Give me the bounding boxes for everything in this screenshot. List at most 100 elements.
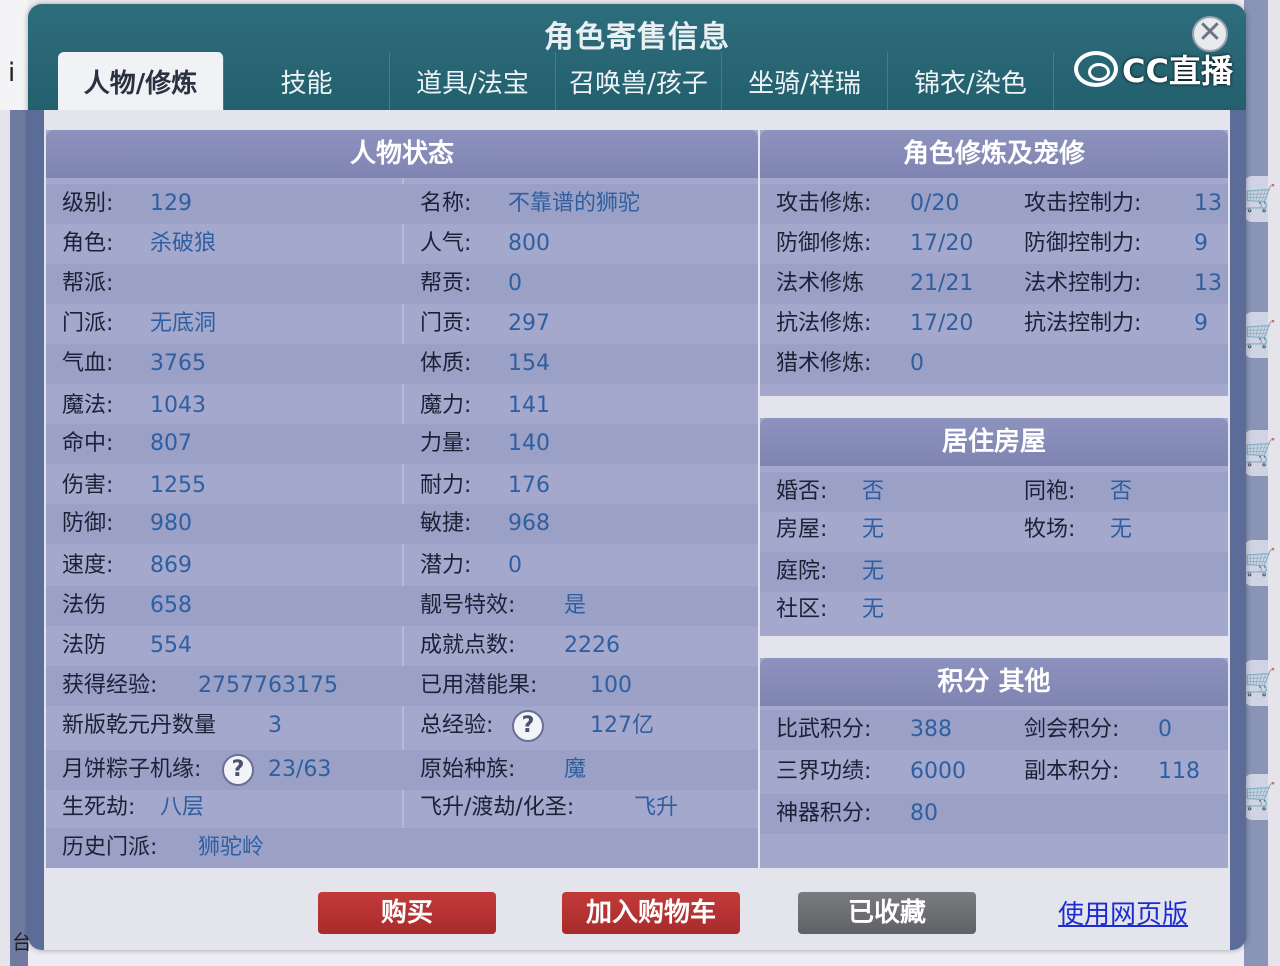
background-window-right: 🛒 🛒 🛒 🛒 🛒 🛒 [1244, 0, 1280, 966]
status-value: 八层 [160, 795, 205, 820]
help-icon[interactable]: ? [512, 710, 544, 742]
status-label: 新版乾元丹数量 [62, 713, 217, 738]
status-label: 人气: [420, 231, 472, 256]
housing-row: 社区: 无 [760, 590, 1228, 630]
cultivation-row: 防御修炼: 17/20 防御控制力: 9 [760, 224, 1228, 264]
status-label: 月饼粽子机缘: [62, 757, 202, 782]
right-column: 角色修炼及宠修 攻击修炼: 0/20 攻击控制力: 13 防御修炼: 17/20… [760, 130, 1228, 868]
points-header: 积分 其他 [760, 658, 1228, 706]
cultivation-value: 17/20 [910, 231, 974, 256]
housing-panel: 居住房屋 婚否: 否 同袍: 否 房屋: 无 牧场: 无 庭院: 无 社区: 无 [760, 418, 1228, 636]
status-row: 法伤 658 靓号特效: 是 [46, 586, 758, 626]
status-label: 门贡: [420, 311, 472, 336]
character-status-panel: 人物状态 级别: 129 名称: 不靠谱的狮驼 角色: 杀破狼 人气: 800 … [46, 130, 758, 868]
character-status-header: 人物状态 [46, 130, 758, 178]
watermark-text: CC直播 [1122, 52, 1233, 90]
status-label: 已用潜能果: [420, 673, 538, 698]
help-icon[interactable]: ? [222, 754, 254, 786]
status-value: 无底洞 [150, 311, 217, 336]
status-value: 658 [150, 593, 192, 618]
status-value: 807 [150, 431, 192, 456]
status-value: 不靠谱的狮驼 [508, 191, 641, 216]
cultivation-value: 13 [1194, 191, 1222, 216]
housing-row: 婚否: 否 同袍: 否 [760, 472, 1228, 512]
background-window-left-top: i [0, 0, 28, 110]
housing-value: 无 [862, 517, 885, 542]
status-row: 防御: 980 敏捷: 968 [46, 504, 758, 544]
status-value: 0 [508, 553, 522, 578]
web-version-link[interactable]: 使用网页版 [1058, 894, 1188, 931]
tab-mounts[interactable]: 坐骑/祥瑞 [722, 52, 888, 110]
cultivation-value: 21/21 [910, 271, 974, 296]
housing-header: 居住房屋 [760, 418, 1228, 466]
status-value: 狮驼岭 [198, 835, 265, 860]
mooncake-help-wrap: ? [222, 750, 254, 790]
status-label: 防御: [62, 511, 114, 536]
status-value: 176 [508, 473, 550, 498]
status-label: 生死劫: [62, 795, 136, 820]
status-label: 速度: [62, 553, 114, 578]
status-label: 角色: [62, 231, 114, 256]
cart-icon: 🛒 [1244, 430, 1276, 476]
favorited-button[interactable]: 已收藏 [798, 892, 976, 934]
buy-button[interactable]: 购买 [318, 892, 496, 934]
points-label: 剑会积分: [1024, 717, 1120, 742]
status-row: 法防 554 成就点数: 2226 [46, 626, 758, 666]
points-row: 神器积分: 80 [760, 794, 1228, 834]
status-value: 0 [508, 271, 522, 296]
dialog-titlebar: 角色寄售信息 ✕ CC直播 人物/修炼 技能 道具/法宝 召唤兽/孩子 坐骑/祥… [28, 4, 1246, 110]
status-label: 命中: [62, 431, 114, 456]
status-label: 气血: [62, 351, 114, 376]
status-value: 968 [508, 511, 550, 536]
points-value: 6000 [910, 759, 966, 784]
housing-row: 房屋: 无 牧场: 无 [760, 510, 1228, 550]
points-row: 三界功绩: 6000 副本积分: 118 [760, 752, 1228, 792]
points-value: 0 [1158, 717, 1172, 742]
cart-icon: 🛒 [1244, 176, 1276, 222]
points-panel: 积分 其他 比武积分: 388 剑会积分: 0 三界功绩: 6000 副本积分:… [760, 658, 1228, 868]
dialog-title: 角色寄售信息 [544, 20, 730, 55]
status-label: 体质: [420, 351, 472, 376]
points-value: 80 [910, 801, 938, 826]
status-label: 魔法: [62, 393, 114, 418]
cart-icon: 🛒 [1244, 774, 1276, 820]
total-exp-help-wrap: ? [512, 706, 544, 746]
housing-row: 庭院: 无 [760, 552, 1228, 592]
cultivation-label: 猎术修炼: [776, 351, 872, 376]
tab-bar: 人物/修炼 技能 道具/法宝 召唤兽/孩子 坐骑/祥瑞 锦衣/染色 [58, 52, 1054, 110]
tab-outfits[interactable]: 锦衣/染色 [888, 52, 1054, 110]
status-label: 潜力: [420, 553, 472, 578]
cultivation-row: 抗法修炼: 17/20 抗法控制力: 9 [760, 304, 1228, 344]
status-row: 历史门派: 狮驼岭 [46, 828, 758, 868]
cultivation-value: 9 [1194, 311, 1208, 336]
points-value: 118 [1158, 759, 1200, 784]
cultivation-label: 防御修炼: [776, 231, 872, 256]
tab-summons[interactable]: 召唤兽/孩子 [556, 52, 722, 110]
points-row: 比武积分: 388 剑会积分: 0 [760, 710, 1228, 750]
status-label: 法伤 [62, 593, 107, 618]
background-text-fragment: i [8, 58, 16, 88]
status-row: 生死劫: 八层 飞升/渡劫/化圣: 飞升 [46, 788, 758, 828]
add-to-cart-button[interactable]: 加入购物车 [562, 892, 740, 934]
tab-character[interactable]: 人物/修炼 [58, 52, 224, 110]
status-value: 129 [150, 191, 192, 216]
tab-skills[interactable]: 技能 [224, 52, 390, 110]
status-label: 名称: [420, 191, 472, 216]
status-label: 门派: [62, 311, 114, 336]
background-window-left [0, 0, 28, 966]
tab-items[interactable]: 道具/法宝 [390, 52, 556, 110]
status-value: 100 [590, 673, 632, 698]
housing-value: 无 [862, 559, 885, 584]
status-row: 帮派: 帮贡: 0 [46, 264, 758, 304]
status-value: 3765 [150, 351, 206, 376]
housing-label: 同袍: [1024, 479, 1076, 504]
status-row: 角色: 杀破狼 人气: 800 [46, 224, 758, 264]
status-label: 级别: [62, 191, 114, 216]
status-row: 新版乾元丹数量 3 总经验: ? 127亿 [46, 706, 758, 746]
status-value: 魔 [564, 757, 587, 782]
cultivation-panel: 角色修炼及宠修 攻击修炼: 0/20 攻击控制力: 13 防御修炼: 17/20… [760, 130, 1228, 396]
status-value: 23/63 [268, 757, 332, 782]
status-value: 141 [508, 393, 550, 418]
status-row: 命中: 807 力量: 140 [46, 424, 758, 464]
status-label: 力量: [420, 431, 472, 456]
